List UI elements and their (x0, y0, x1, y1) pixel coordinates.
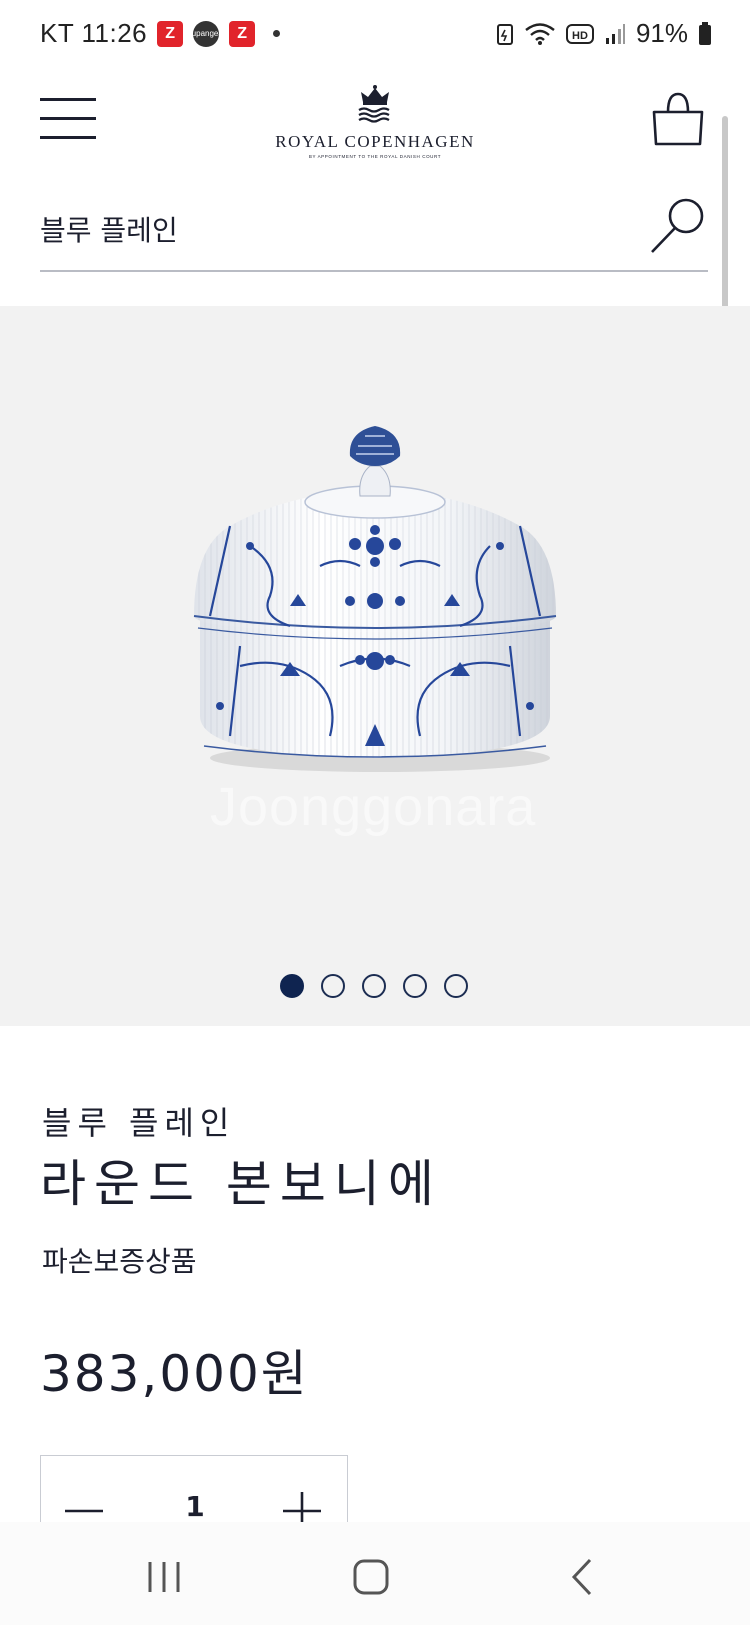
quantity-value[interactable]: 1 (165, 1490, 225, 1523)
home-icon (353, 1559, 389, 1595)
badge-line2: eats (213, 28, 230, 38)
gallery-dot[interactable] (403, 974, 427, 998)
gallery-pagination (280, 974, 468, 998)
gallery-dot[interactable] (280, 974, 304, 998)
product-image (193, 426, 557, 772)
coupang-eats-icon: coupang eats (183, 20, 229, 47)
menu-line (40, 117, 96, 120)
app-badge-icon: Z (157, 20, 184, 47)
gallery-dot[interactable] (321, 974, 345, 998)
menu-button[interactable] (40, 98, 96, 142)
watermark: Joonggonara (210, 777, 537, 837)
signal-icon (605, 23, 625, 44)
app-badge-icon: Z (229, 20, 256, 47)
status-bar: KT 11:26 Z coupang eats Z HD 91% (0, 0, 750, 70)
product-title: 라운드 본보니에 (40, 1155, 442, 1213)
search-bar (40, 196, 708, 272)
battery-icon (699, 21, 711, 45)
logo-subtitle: BY APPOINTMENT TO THE ROYAL DANISH COURT (308, 154, 442, 159)
damage-guarantee-label: 파손보증상품 (42, 1245, 197, 1278)
back-icon (571, 1558, 592, 1596)
hd-icon: HD (565, 23, 594, 44)
gallery-dot[interactable] (444, 974, 468, 998)
carrier-time: KT 11:26 (40, 18, 148, 48)
product-collection[interactable]: 블루 플레인 (42, 1098, 235, 1144)
site-header: ROYAL COPENHAGEN BY APPOINTMENT TO THE R… (0, 70, 750, 180)
search-button[interactable] (648, 196, 708, 256)
recent-apps-button[interactable] (134, 1552, 194, 1602)
product-gallery[interactable]: Joonggonara (0, 306, 750, 1026)
menu-line (40, 136, 96, 139)
notification-dot-icon (273, 30, 281, 37)
search-input[interactable] (40, 204, 620, 254)
wifi-icon (525, 22, 555, 45)
home-button[interactable] (342, 1552, 402, 1602)
gallery-dot[interactable] (362, 974, 386, 998)
badge-line1: coupang (183, 28, 214, 38)
search-icon (651, 198, 704, 253)
menu-line (40, 98, 96, 101)
logo-name: ROYAL COPENHAGEN (275, 132, 475, 151)
recent-apps-icon (148, 1562, 180, 1592)
status-left: KT 11:26 Z coupang eats Z (40, 18, 281, 49)
back-button[interactable] (552, 1552, 612, 1602)
product-price: 383,000원 (40, 1345, 309, 1403)
battery-percent: 91% (635, 18, 688, 48)
svg-text:HD: HD (572, 30, 588, 42)
status-right: HD 91% (496, 18, 712, 49)
cart-button[interactable] (650, 90, 706, 146)
brand-logo[interactable]: ROYAL COPENHAGEN BY APPOINTMENT TO THE R… (262, 84, 488, 159)
shopping-bag-icon (652, 92, 704, 146)
battery-saver-icon (496, 23, 513, 45)
system-navigation-bar (0, 1522, 750, 1625)
crown-waves-icon (358, 85, 390, 123)
